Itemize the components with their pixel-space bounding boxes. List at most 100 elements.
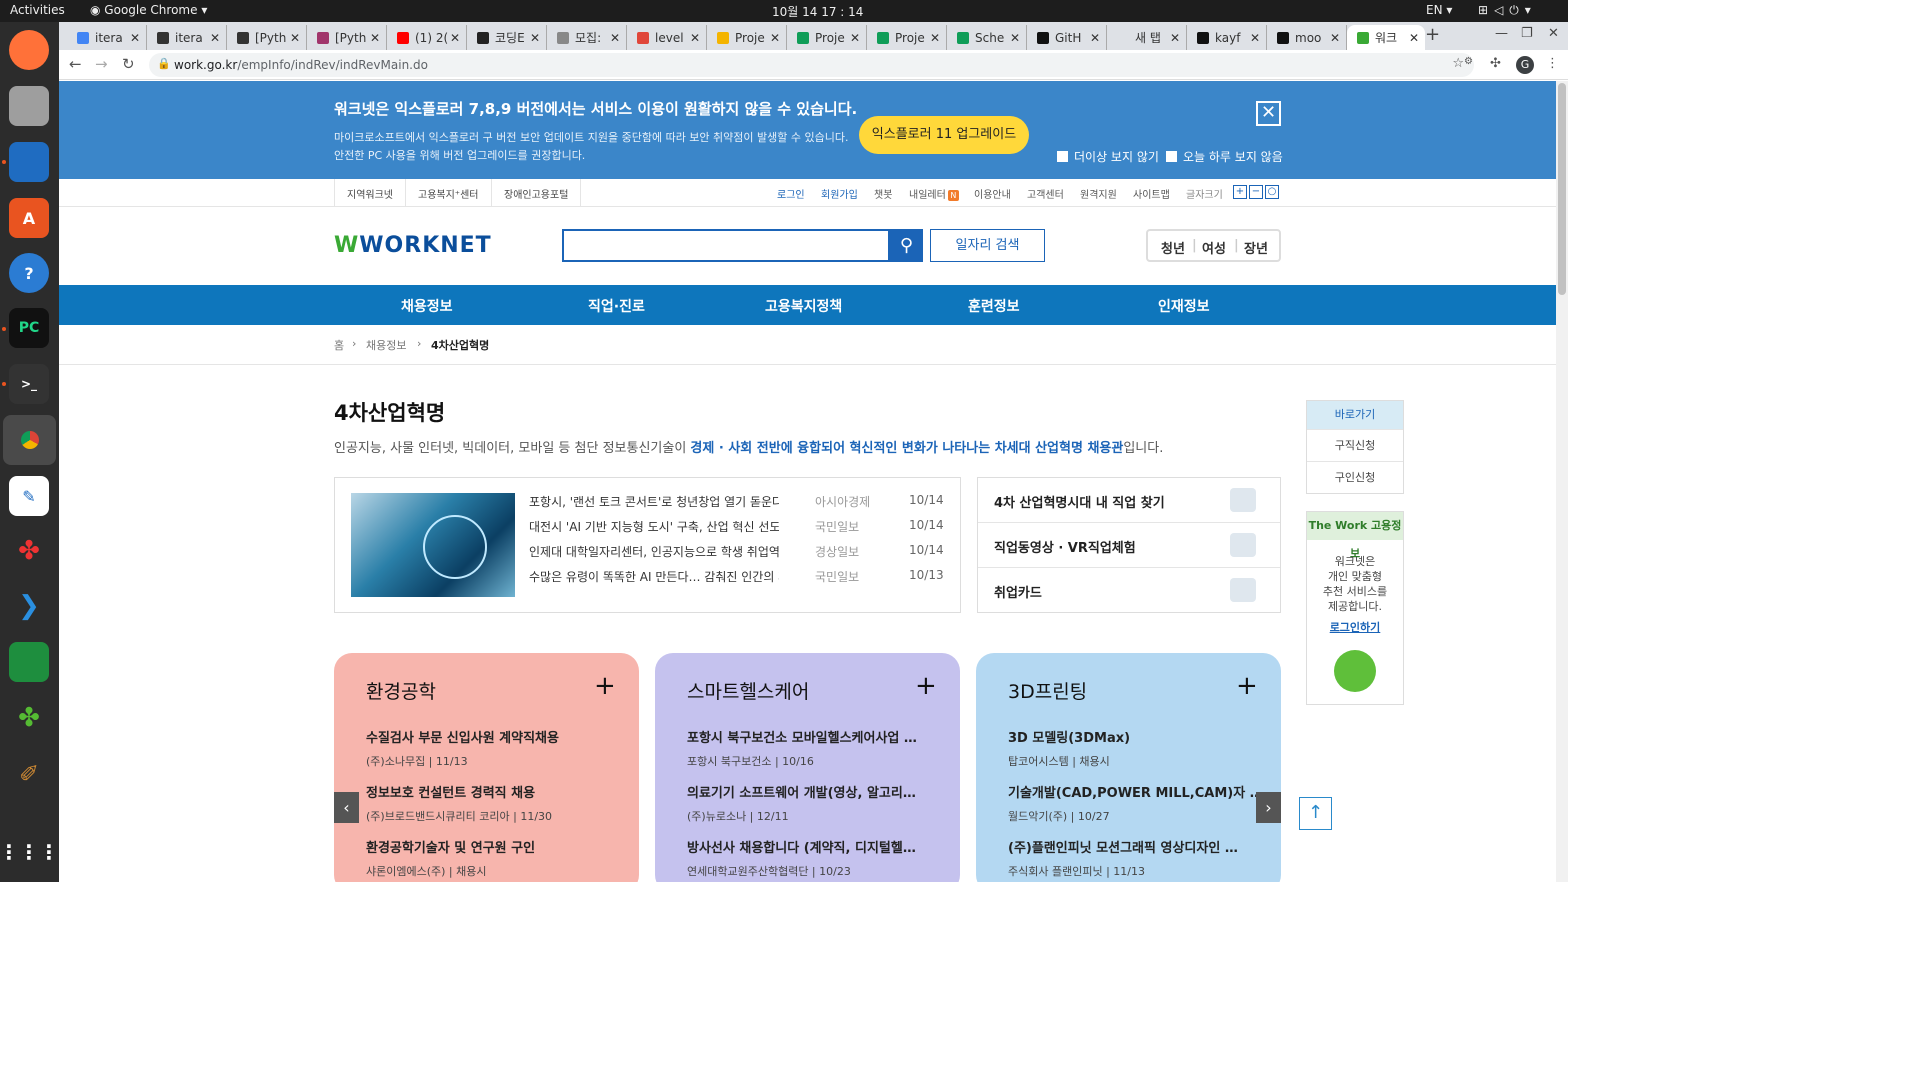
minimize-button[interactable]: —: [1495, 26, 1508, 41]
chrome-menu-icon[interactable]: ⋮: [1546, 56, 1559, 71]
sitemap-link[interactable]: 사이트맵: [1133, 186, 1170, 201]
close-window-button[interactable]: ✕: [1548, 26, 1559, 41]
link-job-video[interactable]: 직업동영상 · VR직업체험: [978, 523, 1280, 568]
plus-icon[interactable]: +: [915, 671, 937, 701]
news-title[interactable]: 포항시, '랜선 토크 콘서트'로 청년창업 열기 돋운다: [529, 493, 779, 510]
tab-close-icon[interactable]: ✕: [1328, 31, 1342, 45]
worknet-logo[interactable]: WWORKNET: [334, 233, 492, 258]
system-tray[interactable]: ⊞◁⏻▾: [1478, 3, 1537, 18]
browser-tab[interactable]: itera ✕: [147, 25, 227, 50]
font-reset-button[interactable]: ○: [1265, 185, 1279, 199]
tab-close-icon[interactable]: ✕: [1168, 31, 1182, 45]
tab-close-icon[interactable]: ✕: [928, 31, 942, 45]
news-title[interactable]: 인제대 대학일자리센터, 인공지능으로 학생 취업역량 강화: [529, 543, 779, 560]
back-icon[interactable]: ←: [69, 55, 82, 73]
paint-icon[interactable]: ✐: [9, 754, 49, 794]
util-link-welfare-center[interactable]: 고용복지⁺센터: [418, 186, 478, 201]
gnb-talent[interactable]: 인재정보: [1158, 296, 1210, 316]
browser-tab[interactable]: itera ✕: [67, 25, 147, 50]
gnb-training[interactable]: 훈련정보: [968, 296, 1020, 316]
thework-login-link[interactable]: 로그인하기: [1307, 619, 1403, 635]
target-youth[interactable]: 청년: [1161, 238, 1185, 257]
join-link[interactable]: 회원가입: [821, 186, 858, 201]
help-icon[interactable]: ?: [9, 253, 49, 293]
remote-support-link[interactable]: 원격지원: [1080, 186, 1117, 201]
plus-icon[interactable]: +: [1236, 671, 1258, 701]
firefox-icon[interactable]: [9, 30, 49, 70]
card-title[interactable]: 환경공학: [366, 677, 436, 704]
app-grid-icon[interactable]: ⋮⋮⋮: [0, 832, 59, 872]
pycharm-icon[interactable]: PC: [9, 308, 49, 348]
link-job-card[interactable]: 취업카드: [978, 568, 1280, 613]
news-title[interactable]: 대전시 'AI 기반 지능형 도시' 구축, 산업 혁신 선도 야망: [529, 518, 779, 535]
font-increase-button[interactable]: +: [1233, 185, 1247, 199]
search-icon[interactable]: ⚲: [890, 229, 923, 262]
forward-icon[interactable]: →: [95, 55, 108, 73]
plus-icon[interactable]: +: [594, 671, 616, 701]
breadcrumb-home[interactable]: 홈: [334, 337, 344, 353]
tab-close-icon[interactable]: ✕: [448, 31, 462, 45]
browser-tab[interactable]: [Pyth ✕: [227, 25, 307, 50]
writer-icon[interactable]: [9, 142, 49, 182]
calc-icon[interactable]: [9, 642, 49, 682]
job-title[interactable]: 방사선사 채용합니다 (계약직, 디지털헬…: [687, 837, 937, 856]
address-bar[interactable]: 🔒 work.go.kr/empInfo/indRev/indRevMain.d…: [149, 53, 1474, 77]
scrollbar-thumb[interactable]: [1558, 83, 1566, 295]
extensions-puzzle-icon[interactable]: ✣: [1490, 56, 1501, 71]
chrome-dock-icon[interactable]: [3, 415, 56, 465]
text-editor-icon[interactable]: ✎: [9, 476, 49, 516]
job-title[interactable]: 기술개발(CAD,POWER MILL,CAM)자 …: [1008, 782, 1258, 801]
tab-close-icon[interactable]: ✕: [1008, 31, 1022, 45]
clover-icon[interactable]: ✤: [9, 531, 49, 571]
browser-tab[interactable]: Sche ✕: [947, 25, 1027, 50]
tab-close-icon[interactable]: ✕: [288, 31, 302, 45]
clock[interactable]: 10월 14 17 : 14: [772, 3, 863, 20]
tab-close-icon[interactable]: ✕: [1407, 31, 1421, 45]
browser-tab[interactable]: kayf ✕: [1187, 25, 1267, 50]
tab-close-icon[interactable]: ✕: [528, 31, 542, 45]
carousel-prev-button[interactable]: ‹: [334, 792, 359, 823]
browser-tab[interactable]: GitH ✕: [1027, 25, 1107, 50]
terminal-icon[interactable]: >_: [9, 364, 49, 404]
extension-js-icon[interactable]: ⚙: [1464, 56, 1473, 67]
language-indicator[interactable]: EN ▾: [1426, 3, 1452, 17]
profile-avatar[interactable]: G: [1516, 56, 1534, 74]
font-decrease-button[interactable]: −: [1249, 185, 1263, 199]
letter-link[interactable]: 내일레터 N: [909, 186, 959, 201]
browser-tab[interactable]: moo ✕: [1267, 25, 1347, 50]
clover-icon-2[interactable]: ✤: [9, 698, 49, 738]
carousel-next-button[interactable]: ›: [1256, 792, 1281, 823]
tab-close-icon[interactable]: ✕: [768, 31, 782, 45]
card-title[interactable]: 스마트헬스케어: [687, 677, 809, 704]
page-scrollbar[interactable]: [1556, 81, 1568, 882]
browser-tab[interactable]: (1) 2(✕: [387, 25, 467, 50]
tab-close-icon[interactable]: ✕: [608, 31, 622, 45]
banner-close-icon[interactable]: ✕: [1256, 101, 1281, 126]
job-title[interactable]: 포항시 북구보건소 모바일헬스케어사업 …: [687, 727, 937, 746]
app-menu[interactable]: ◉ Google Chrome ▾: [90, 3, 207, 17]
browser-tab[interactable]: 워크 ✕: [1347, 25, 1425, 50]
browser-tab[interactable]: [Pyth ✕: [307, 25, 387, 50]
target-senior[interactable]: 장년: [1244, 238, 1268, 257]
job-title[interactable]: 환경공학기술자 및 연구원 구인: [366, 837, 616, 856]
customer-center-link[interactable]: 고객센터: [1027, 186, 1064, 201]
news-title[interactable]: 수많은 유령이 똑똑한 AI 만든다… 감춰진 인간의 피땀 [...: [529, 568, 779, 585]
shortcut-hire-apply[interactable]: 구인신청: [1307, 461, 1403, 493]
chatbot-link[interactable]: 챗봇: [874, 186, 892, 201]
util-link-disabled[interactable]: 장애인고용포털: [504, 186, 568, 201]
today-checkbox[interactable]: 오늘 하루 보지 않음: [1166, 148, 1283, 165]
reload-icon[interactable]: ↻: [122, 55, 135, 73]
activities-button[interactable]: Activities: [10, 3, 65, 17]
tab-close-icon[interactable]: ✕: [128, 31, 142, 45]
card-title[interactable]: 3D프린팅: [1008, 677, 1087, 704]
shortcut-job-apply[interactable]: 구직신청: [1307, 429, 1403, 461]
new-tab-button[interactable]: +: [1425, 24, 1440, 45]
no-more-checkbox[interactable]: 더이상 보지 않기: [1057, 148, 1159, 165]
vscode-icon[interactable]: ❯: [9, 586, 49, 626]
job-title[interactable]: 수질검사 부문 신입사원 계약직채용: [366, 727, 616, 746]
gnb-recruit[interactable]: 채용정보: [401, 296, 453, 316]
ie-upgrade-button[interactable]: 익스플로러 11 업그레이드: [859, 116, 1029, 154]
browser-tab[interactable]: Proje ✕: [707, 25, 787, 50]
software-center-icon[interactable]: A: [9, 198, 49, 238]
tab-close-icon[interactable]: ✕: [1248, 31, 1262, 45]
